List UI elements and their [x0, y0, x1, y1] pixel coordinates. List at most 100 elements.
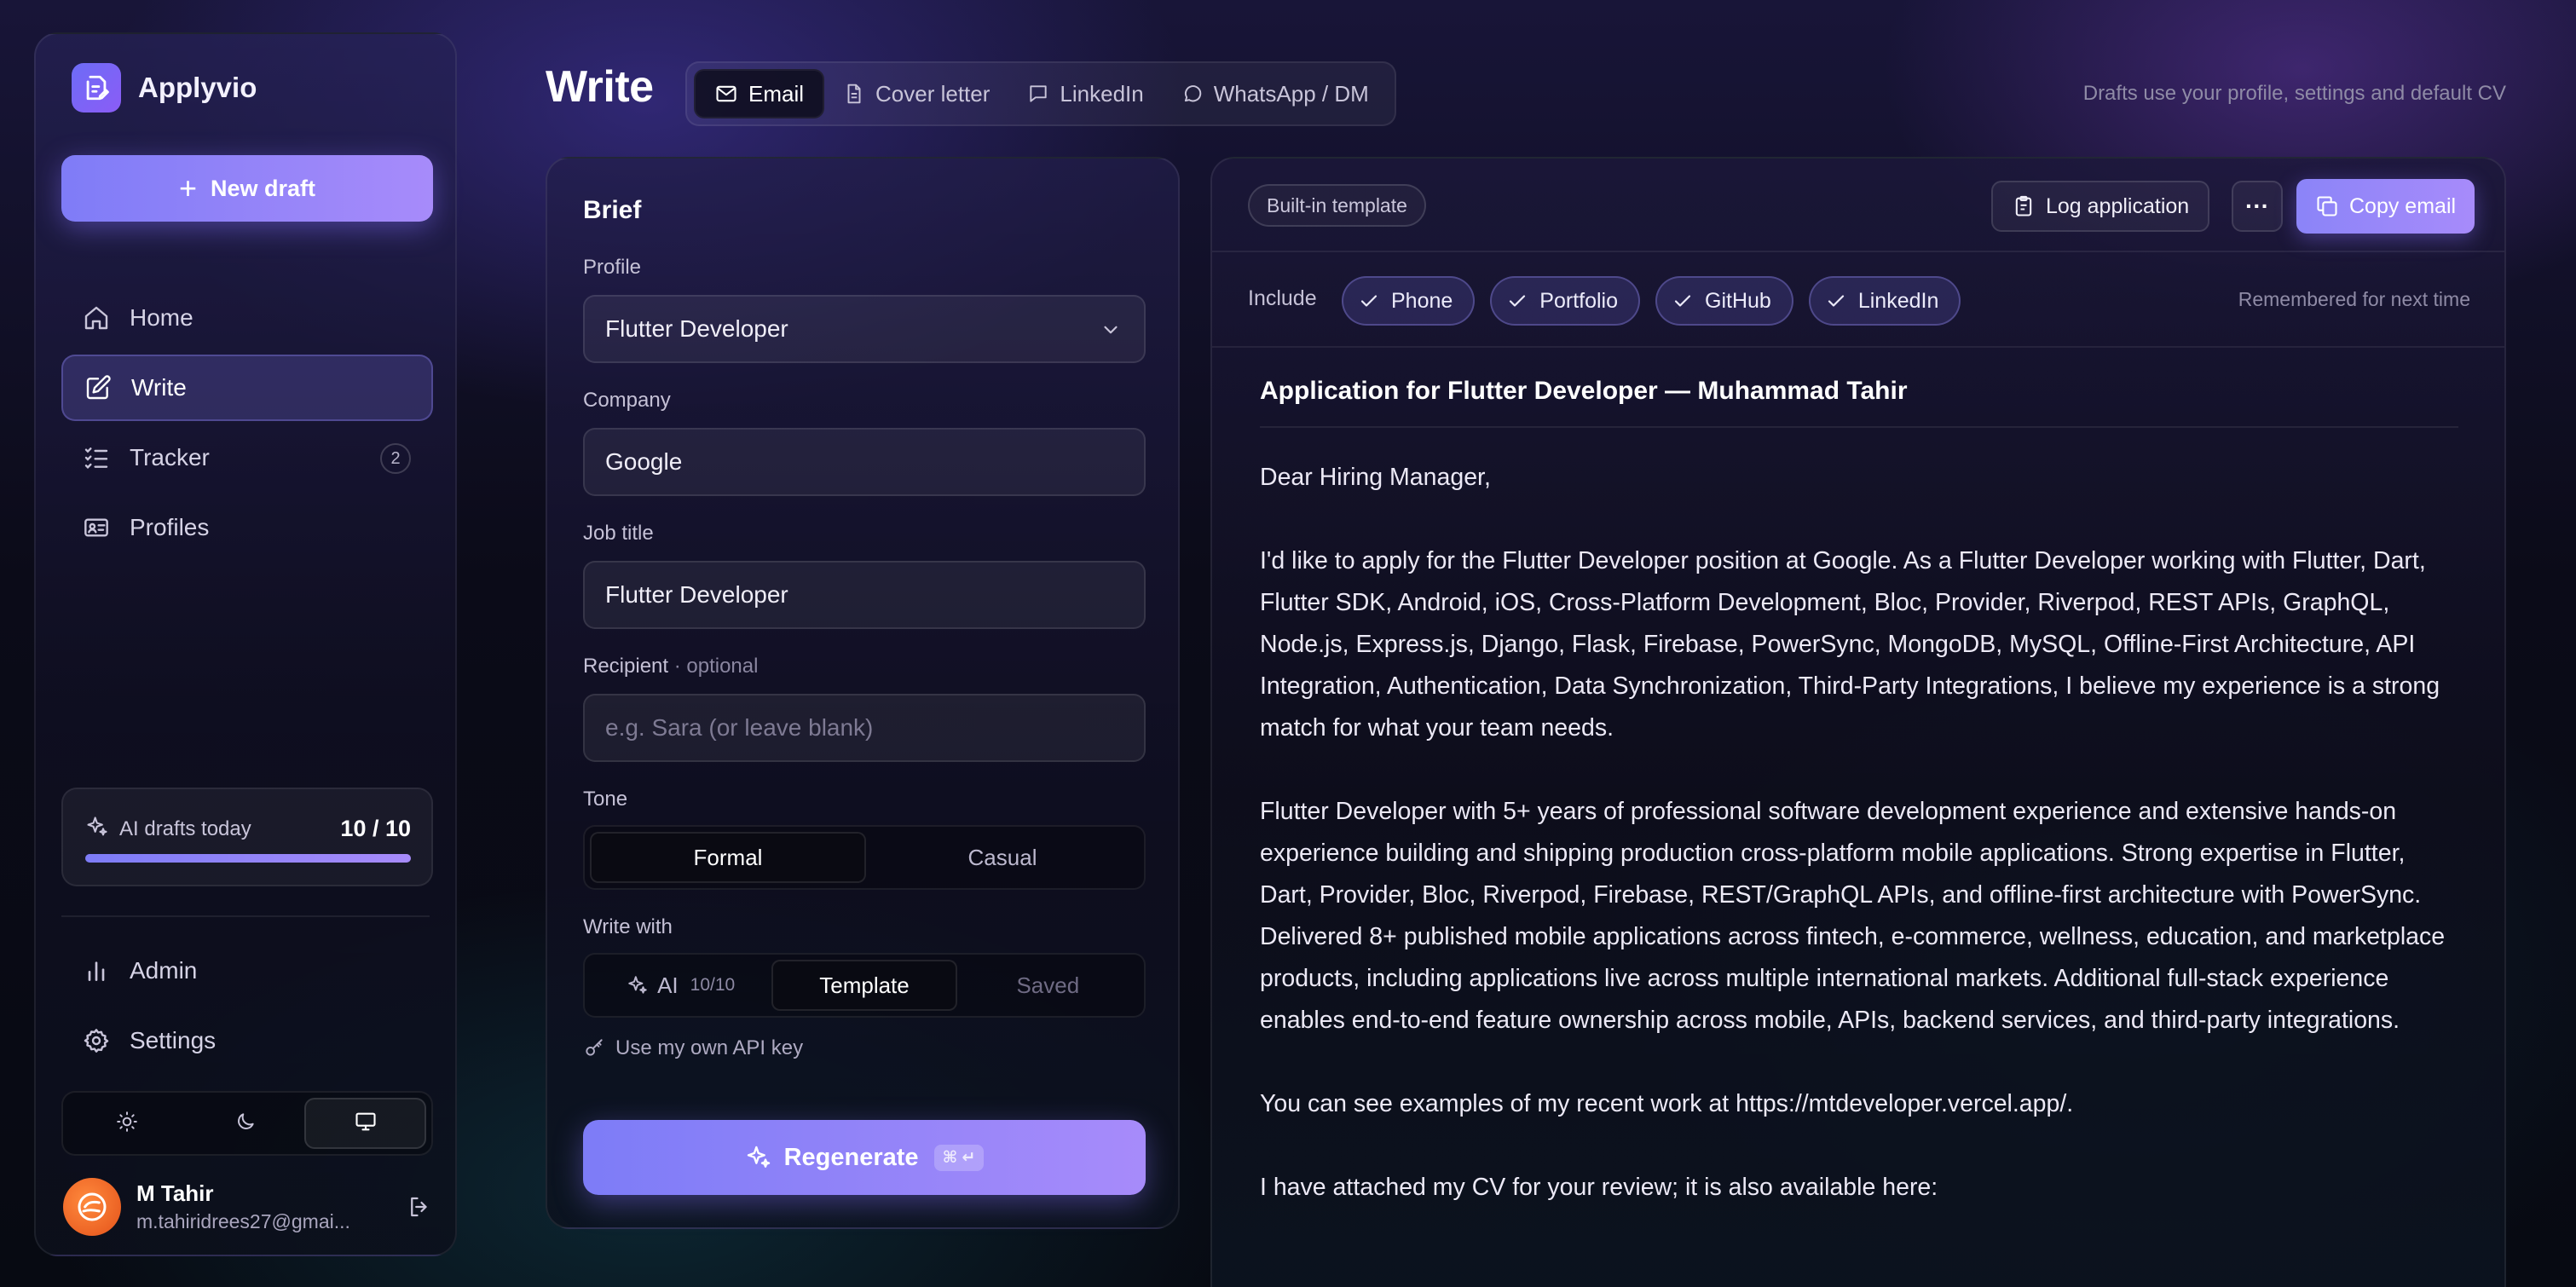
- ai-option-label: AI: [657, 972, 679, 998]
- profile-label: Profile: [583, 256, 642, 279]
- tab-email[interactable]: Email: [694, 69, 825, 118]
- copy-email-label: Copy email: [2349, 193, 2457, 218]
- checklist-icon: [82, 443, 111, 472]
- tone-segmented-control: Formal Casual: [583, 825, 1146, 890]
- write-with-ai-option[interactable]: AI 10/10: [590, 960, 771, 1011]
- include-bar: Include Phone Portfolio GitHub LinkedIn: [1212, 254, 2504, 348]
- tab-whatsapp-dm[interactable]: WhatsApp / DM: [1163, 69, 1388, 118]
- company-label: Company: [583, 389, 671, 412]
- job-title-input-value: Flutter Developer: [605, 581, 788, 608]
- sidebar-item-admin[interactable]: Admin: [61, 938, 433, 1004]
- theme-switcher: [61, 1091, 433, 1156]
- check-icon: [1360, 295, 1378, 307]
- chevron-down-icon: [1100, 319, 1122, 347]
- new-draft-button[interactable]: + New draft: [61, 155, 433, 222]
- profile-select-value: Flutter Developer: [605, 315, 788, 342]
- draft-type-tabs: Email Cover letter LinkedIn WhatsApp / D…: [685, 61, 1396, 126]
- ai-quota: 10/10: [690, 975, 736, 995]
- sparkles-icon: [628, 976, 647, 994]
- tab-label: Cover letter: [875, 80, 991, 107]
- regenerate-button[interactable]: Regenerate ⌘ ↵: [583, 1120, 1146, 1195]
- email-body: Dear Hiring Manager, I'd like to apply f…: [1260, 457, 2458, 1209]
- tone-label: Tone: [583, 788, 628, 811]
- check-icon: [1510, 295, 1526, 307]
- chip-label: GitHub: [1705, 288, 1771, 313]
- email-draft: Application for Flutter Developer — Muha…: [1260, 349, 2458, 1250]
- include-chip-phone[interactable]: Phone: [1342, 276, 1476, 326]
- message-circle-icon: [1184, 85, 1201, 102]
- id-card-icon: [82, 513, 111, 542]
- ai-drafts-progress-fill: [85, 854, 411, 863]
- sidebar-item-write[interactable]: Write: [61, 355, 433, 421]
- sparkles-icon: [85, 815, 109, 843]
- recipient-label: Recipient · optional: [583, 655, 758, 678]
- log-application-button[interactable]: Log application: [1991, 181, 2210, 232]
- copy-email-button[interactable]: Copy email: [2296, 179, 2475, 234]
- user-name: M Tahir: [136, 1180, 214, 1206]
- tab-linkedin[interactable]: LinkedIn: [1008, 69, 1162, 118]
- monitor-icon: [354, 1110, 378, 1138]
- sidebar-item-home[interactable]: Home: [61, 285, 433, 351]
- plus-icon: +: [178, 170, 197, 205]
- more-options-button[interactable]: ···: [2232, 181, 2283, 232]
- tone-casual-option[interactable]: Casual: [866, 832, 1139, 883]
- ai-drafts-progress: [85, 854, 411, 863]
- write-with-saved-option[interactable]: Saved: [957, 960, 1139, 1011]
- company-input-value: Google: [605, 448, 683, 475]
- include-chip-github[interactable]: GitHub: [1655, 276, 1793, 326]
- sidebar-item-settings[interactable]: Settings: [61, 1007, 433, 1074]
- template-badge: Built-in template: [1248, 184, 1426, 227]
- preview-toolbar: Built-in template Log application ··· Co…: [1212, 159, 2504, 252]
- api-key-label: Use my own API key: [615, 1036, 804, 1059]
- sun-icon: [116, 1111, 138, 1137]
- check-icon: [1828, 295, 1844, 307]
- profile-select[interactable]: Flutter Developer: [583, 295, 1146, 363]
- email-preview-panel: Built-in template Log application ··· Co…: [1210, 157, 2506, 1287]
- app-name: Applyvio: [138, 72, 257, 103]
- check-icon: [1674, 295, 1691, 307]
- brand[interactable]: Applyvio: [72, 63, 257, 113]
- email-paragraph: I have attached my CV for your review; i…: [1260, 1174, 1938, 1201]
- tab-label: WhatsApp / DM: [1213, 80, 1369, 107]
- sidebar: Applyvio + New draft Home Write Tracker …: [34, 32, 457, 1256]
- user-profile[interactable]: M Tahir m.tahiridrees27@gmai...: [63, 1173, 438, 1241]
- applyvio-logo-icon: [72, 63, 121, 113]
- avatar: [63, 1178, 121, 1236]
- remember-note: Remembered for next time: [2238, 288, 2470, 310]
- job-title-input[interactable]: Flutter Developer: [583, 561, 1146, 629]
- tracker-count-badge: 2: [380, 443, 411, 474]
- write-with-template-option[interactable]: Template: [771, 960, 957, 1011]
- email-paragraph: You can see examples of my recent work a…: [1260, 1090, 2074, 1117]
- user-email: m.tahiridrees27@gmai...: [136, 1210, 350, 1232]
- recipient-input[interactable]: e.g. Sara (or leave blank): [583, 694, 1146, 762]
- mail-icon: [716, 85, 736, 102]
- key-icon: [586, 1039, 603, 1056]
- header-note: Drafts use your profile, settings and de…: [2082, 82, 2506, 105]
- tab-cover-letter[interactable]: Cover letter: [824, 69, 1008, 118]
- theme-system-button[interactable]: [304, 1098, 427, 1149]
- write-with-label: Write with: [583, 915, 673, 938]
- logout-icon[interactable]: [401, 1188, 438, 1226]
- home-icon: [82, 303, 111, 332]
- chip-label: LinkedIn: [1857, 288, 1939, 313]
- include-chips: Phone Portfolio GitHub LinkedIn: [1342, 276, 1976, 326]
- sidebar-item-profiles[interactable]: Profiles: [61, 494, 433, 561]
- theme-light-button[interactable]: [68, 1098, 187, 1149]
- theme-dark-button[interactable]: [187, 1098, 305, 1149]
- company-input[interactable]: Google: [583, 428, 1146, 496]
- email-paragraph: Dear Hiring Manager,: [1260, 464, 1491, 491]
- sidebar-item-tracker[interactable]: Tracker 2: [61, 424, 433, 491]
- regenerate-label: Regenerate: [783, 1143, 919, 1171]
- chip-label: Portfolio: [1539, 288, 1619, 313]
- include-chip-portfolio[interactable]: Portfolio: [1490, 276, 1641, 326]
- include-label: Include: [1248, 286, 1317, 310]
- tab-label: Email: [748, 80, 805, 107]
- tab-label: LinkedIn: [1060, 80, 1144, 107]
- ai-drafts-count: 10 / 10: [340, 816, 411, 841]
- gear-icon: [82, 1026, 111, 1055]
- more-horizontal-icon: ···: [2245, 193, 2269, 219]
- use-own-api-key-link[interactable]: Use my own API key: [583, 1036, 803, 1060]
- tone-formal-option[interactable]: Formal: [590, 832, 866, 883]
- include-chip-linkedin[interactable]: LinkedIn: [1808, 276, 1961, 326]
- brief-panel: Brief Profile Flutter Developer Company …: [546, 157, 1180, 1229]
